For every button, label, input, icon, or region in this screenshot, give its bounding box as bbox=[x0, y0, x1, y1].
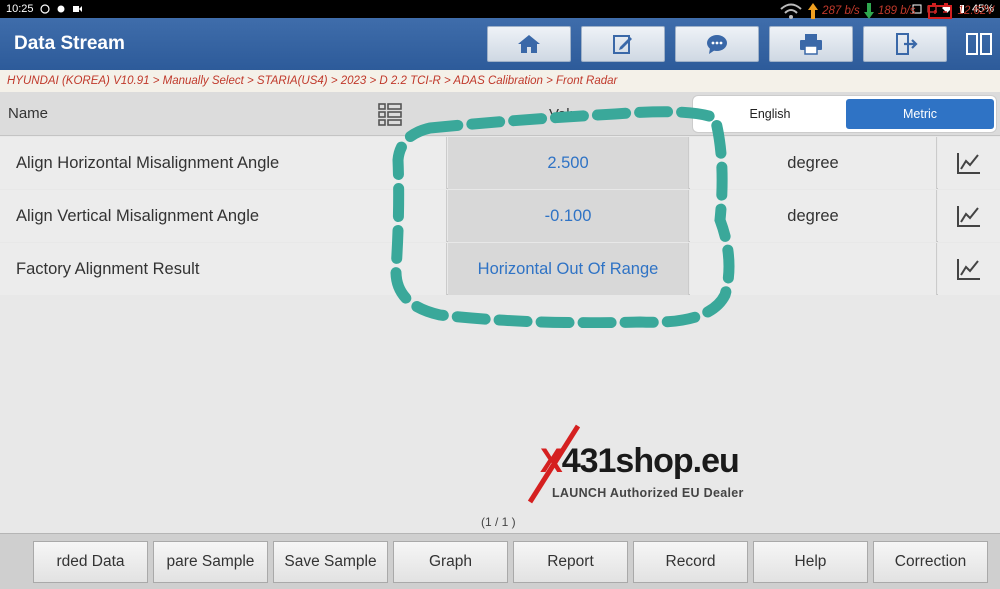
unit-english-button[interactable]: English bbox=[695, 99, 845, 129]
line-chart-icon bbox=[957, 206, 980, 227]
help-button[interactable]: Help bbox=[753, 541, 868, 583]
connection-status: 287 b/s 189 b/s 12.62V bbox=[778, 2, 994, 20]
download-speed: 189 b/s bbox=[877, 5, 916, 17]
row-name: Align Horizontal Misalignment Angle bbox=[0, 137, 447, 189]
row-unit: degree bbox=[690, 137, 937, 189]
table-row[interactable]: Align Vertical Misalignment Angle -0.100… bbox=[0, 190, 1000, 242]
row-unit: degree bbox=[690, 190, 937, 242]
report-button[interactable]: Report bbox=[513, 541, 628, 583]
edit-button[interactable] bbox=[581, 26, 665, 62]
logo-brand: X431shop.eu bbox=[540, 442, 740, 480]
table-row[interactable]: Factory Alignment Result Horizontal Out … bbox=[0, 243, 1000, 295]
chat-icon bbox=[707, 35, 727, 54]
unit-toggle: English Metric bbox=[692, 95, 997, 133]
wifi-signal-icon bbox=[780, 3, 802, 19]
row-graph-button[interactable] bbox=[938, 243, 1000, 295]
dealer-logo: X431shop.eu LAUNCH Authorized EU Dealer bbox=[520, 424, 780, 504]
table-header: Name Value English Metric bbox=[0, 92, 1000, 136]
recorded-data-button[interactable]: rded Data bbox=[33, 541, 148, 583]
record-icon bbox=[72, 4, 82, 14]
row-graph-button[interactable] bbox=[938, 190, 1000, 242]
car-battery-icon bbox=[927, 3, 952, 19]
chat-button[interactable] bbox=[675, 26, 759, 62]
breadcrumb-path: HYUNDAI (KOREA) V10.91 > Manually Select… bbox=[7, 75, 618, 87]
compare-sample-button[interactable]: pare Sample bbox=[153, 541, 268, 583]
row-unit bbox=[690, 243, 937, 295]
exit-icon bbox=[896, 33, 918, 55]
row-value: Horizontal Out Of Range bbox=[448, 243, 689, 295]
line-chart-icon bbox=[957, 153, 980, 174]
correction-button[interactable]: Correction bbox=[873, 541, 988, 583]
upload-arrow-icon bbox=[808, 3, 819, 19]
message-icon bbox=[39, 4, 50, 14]
line-chart-icon bbox=[957, 259, 980, 280]
exit-button[interactable] bbox=[863, 26, 947, 62]
row-value: -0.100 bbox=[448, 190, 689, 242]
battery-voltage: 12.62V bbox=[957, 5, 994, 17]
print-button[interactable] bbox=[769, 26, 853, 62]
row-name: Factory Alignment Result bbox=[0, 243, 447, 295]
clock: 10:25 bbox=[6, 3, 34, 15]
column-value-header: Value bbox=[549, 106, 587, 123]
bottom-action-bar: rded Data pare Sample Save Sample Graph … bbox=[0, 533, 1000, 589]
settings-icon bbox=[56, 4, 66, 14]
row-value: 2.500 bbox=[448, 137, 689, 189]
logo-tagline: LAUNCH Authorized EU Dealer bbox=[552, 486, 744, 500]
app-header: Data Stream bbox=[0, 18, 1000, 70]
print-icon bbox=[800, 34, 822, 55]
table-row[interactable]: Align Horizontal Misalignment Angle 2.50… bbox=[0, 137, 1000, 189]
grid-view-icon[interactable] bbox=[378, 102, 402, 126]
download-arrow-icon bbox=[863, 3, 874, 19]
edit-icon bbox=[613, 35, 632, 54]
page-indicator: (1 / 1 ) bbox=[481, 515, 516, 529]
upload-speed: 287 b/s bbox=[822, 5, 860, 17]
home-icon bbox=[518, 35, 540, 53]
split-view-icon[interactable] bbox=[966, 32, 992, 56]
page-title: Data Stream bbox=[14, 33, 125, 54]
column-name-header: Name bbox=[8, 105, 49, 122]
save-sample-button[interactable]: Save Sample bbox=[273, 541, 388, 583]
home-button[interactable] bbox=[487, 26, 571, 62]
row-name: Align Vertical Misalignment Angle bbox=[0, 190, 447, 242]
row-graph-button[interactable] bbox=[938, 137, 1000, 189]
unit-metric-button[interactable]: Metric bbox=[846, 99, 994, 129]
graph-button[interactable]: Graph bbox=[393, 541, 508, 583]
breadcrumb: HYUNDAI (KOREA) V10.91 > Manually Select… bbox=[0, 70, 1000, 92]
record-button[interactable]: Record bbox=[633, 541, 748, 583]
